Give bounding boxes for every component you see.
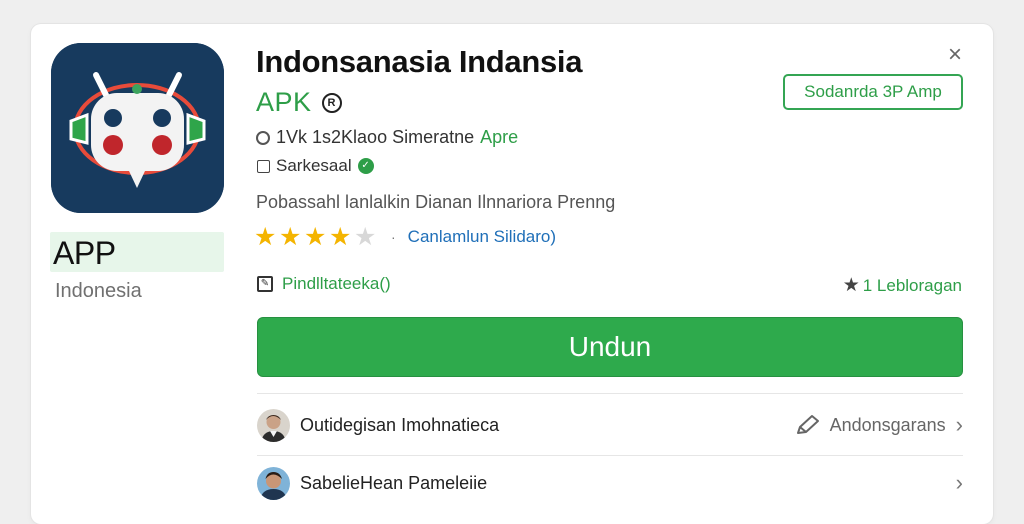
check-circle-icon: ✓ bbox=[357, 158, 374, 174]
list-item[interactable]: SabelieHean Pameleiie › bbox=[257, 463, 963, 503]
meta-row: 1Vk 1s2Klaoo Simeratne Apre bbox=[256, 127, 518, 148]
meta-accent-text: Apre bbox=[480, 127, 519, 147]
permissions-row[interactable]: ✎ Pindlltateeka() bbox=[257, 274, 391, 294]
android-robot-icon bbox=[51, 43, 224, 213]
star-icon: ★ bbox=[354, 223, 377, 251]
rating-row: ★ ★ ★ ★ ★ · Canlamlun Silidaro) bbox=[254, 223, 556, 251]
list-item-action[interactable]: Andonsgarans bbox=[794, 413, 946, 437]
star-icon: ★ bbox=[304, 223, 327, 251]
star-icon: ★ bbox=[329, 223, 352, 251]
star-icon: ★ bbox=[279, 223, 302, 251]
permissions-label: Pindlltateeka() bbox=[282, 274, 391, 293]
star-icon: ★ bbox=[842, 275, 860, 296]
app-description: Pobassahl lanlalkin Dianan Ilnnariora Pr… bbox=[256, 192, 616, 212]
apk-label: APK bbox=[256, 87, 312, 117]
app-country: Indonesia bbox=[55, 280, 142, 302]
list-item-name: Outidegisan Imohnatieca bbox=[300, 414, 500, 435]
edit-icon: ✎ bbox=[257, 276, 273, 292]
rating-separator: · bbox=[391, 229, 396, 245]
rank-label: 1 Lebloragan bbox=[862, 275, 962, 295]
info-circle-icon bbox=[256, 130, 270, 145]
checkbox[interactable] bbox=[257, 159, 270, 173]
avatar bbox=[257, 466, 290, 500]
list-item-name: SabelieHean Pameleiie bbox=[300, 472, 488, 493]
chevron-right-icon: › bbox=[955, 470, 963, 495]
pencil-icon bbox=[796, 415, 819, 434]
list-item-action-label: Andonsgarans bbox=[829, 414, 946, 435]
divider bbox=[257, 455, 963, 456]
close-button[interactable]: × bbox=[942, 42, 968, 68]
list-item[interactable]: Outidegisan Imohnatieca Andonsgarans › bbox=[257, 405, 963, 445]
app-badge-label: APP bbox=[53, 235, 116, 271]
check-row[interactable]: Sarkesaal ✓ bbox=[257, 156, 374, 176]
check-label: Sarkesaal bbox=[276, 156, 352, 175]
meta-size-text: 1Vk 1s2Klaoo Simeratne bbox=[276, 127, 475, 147]
apk-row: APK R bbox=[256, 87, 342, 118]
chevron-right-icon: › bbox=[955, 412, 963, 437]
app-badge: APP bbox=[50, 232, 224, 272]
divider bbox=[257, 393, 963, 394]
download-button[interactable]: Undun bbox=[257, 317, 963, 377]
avatar bbox=[257, 408, 290, 442]
registered-badge-icon: R bbox=[321, 92, 342, 113]
app-title: Indonsanasia Indansia bbox=[256, 44, 583, 79]
app-icon[interactable] bbox=[51, 43, 224, 213]
star-icon: ★ bbox=[254, 223, 277, 251]
reviews-link[interactable]: Canlamlun Silidaro) bbox=[408, 227, 556, 247]
rank-row: ★ 1 Lebloragan bbox=[843, 274, 962, 297]
secondary-action-button[interactable]: Sodanrda 3P Amp bbox=[783, 74, 963, 110]
